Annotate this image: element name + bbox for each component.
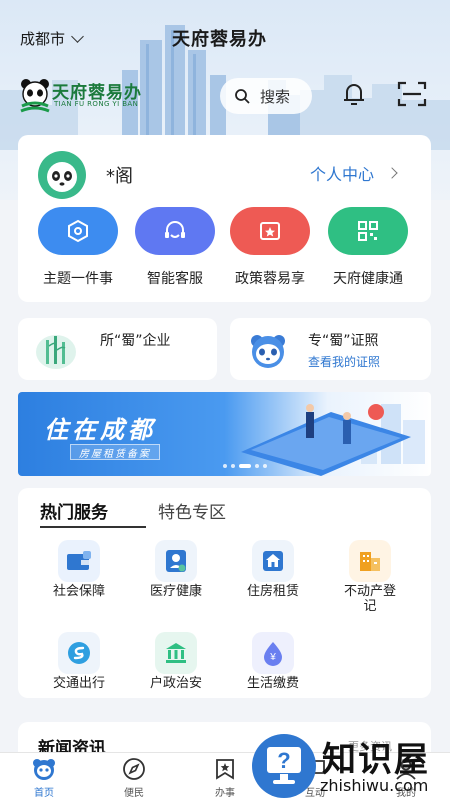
- quick-action-policy[interactable]: [230, 207, 310, 255]
- carousel-dot-active[interactable]: [239, 464, 251, 468]
- site-watermark: ? 知识屋 zhishiwu.com: [252, 730, 450, 800]
- user-name: *阁: [106, 166, 133, 187]
- tab-hot-services[interactable]: 热门服务: [40, 498, 108, 523]
- watermark-url: zhishiwu.com: [320, 776, 429, 795]
- service-label: 户政治安: [149, 676, 202, 691]
- carousel-dot[interactable]: [223, 464, 227, 468]
- search-label: 搜索: [260, 87, 291, 106]
- quick-action-service[interactable]: [135, 207, 215, 255]
- svg-text:?: ?: [277, 748, 290, 773]
- notification-button[interactable]: [340, 80, 368, 112]
- city-label: 成都市: [20, 30, 66, 48]
- compass-icon: [123, 758, 145, 780]
- banner-title: 住在成都: [44, 416, 156, 444]
- promo-banner[interactable]: 住在成都 房屋租赁备案: [18, 392, 431, 476]
- logo-row: 天府蓉易办 TIAN FU RONG YI BAN 搜索: [0, 74, 450, 118]
- carousel-dot[interactable]: [231, 464, 235, 468]
- nav-home[interactable]: 首页: [16, 757, 72, 800]
- user-card: *阁 个人中心 主题一件事 智能客服 政策蓉易享 天府健康通: [18, 135, 431, 302]
- license-subtitle: 查看我的证照: [308, 355, 381, 369]
- nav-label: 首页: [34, 788, 54, 799]
- quick-action-label: 天府健康通: [333, 271, 403, 287]
- service-label: 医疗健康: [149, 584, 202, 599]
- avatar[interactable]: [38, 151, 86, 199]
- house-icon: [252, 540, 294, 582]
- bookmark-star-icon: [216, 759, 234, 780]
- watermark-text: 知识屋: [322, 740, 430, 780]
- banner-illustration: [241, 404, 425, 476]
- policy-icon: [260, 222, 280, 240]
- payment-icon: ¥: [252, 632, 294, 674]
- quick-action-label: 政策蓉易享: [235, 271, 305, 287]
- carousel-dot[interactable]: [255, 464, 259, 468]
- enterprise-card[interactable]: 所“蜀”企业: [18, 318, 217, 380]
- enterprise-title: 所“蜀”企业: [100, 333, 171, 349]
- license-card[interactable]: 专“蜀”证照 查看我的证照: [230, 318, 431, 380]
- watermark-logo: ?: [252, 734, 316, 798]
- svg-text:¥: ¥: [269, 652, 276, 663]
- headset-icon: [165, 221, 185, 238]
- bell-icon: [344, 84, 364, 105]
- app-logo: 天府蓉易办 TIAN FU RONG YI BAN: [18, 74, 158, 114]
- panda-logo-icon: [20, 79, 50, 113]
- bamboo-icon: [36, 335, 76, 369]
- logo-subtext: TIAN FU RONG YI BAN: [54, 100, 139, 108]
- chevron-down-icon: [71, 29, 84, 43]
- scan-button[interactable]: [397, 80, 427, 112]
- banner-subtitle: 房屋租赁备案: [70, 444, 160, 460]
- government-icon: [155, 632, 197, 674]
- license-title: 专“蜀”证照: [308, 333, 379, 349]
- service-label: 住房租赁: [246, 584, 299, 599]
- building-icon: [349, 540, 391, 582]
- city-selector[interactable]: 成都市: [20, 28, 84, 49]
- nav-label: 办事: [215, 788, 235, 799]
- panda-license-icon: [251, 335, 285, 368]
- chevron-right-icon: [386, 167, 398, 179]
- panda-avatar-icon: [47, 162, 77, 192]
- service-label: 交通出行: [52, 676, 105, 691]
- personal-center-label: 个人中心: [310, 165, 375, 184]
- search-button[interactable]: 搜索: [220, 78, 312, 114]
- quick-action-label: 智能客服: [147, 271, 203, 287]
- service-label: 生活缴费: [246, 676, 299, 691]
- home-panda-icon: [33, 759, 55, 780]
- services-card: 热门服务 特色专区 社会保障 医疗健康 住房租赁 不动产登记 交通出行 户政治安…: [18, 488, 431, 698]
- tab-special-zone[interactable]: 特色专区: [158, 498, 226, 523]
- nav-label: 便民: [124, 788, 144, 799]
- monitor-question-icon: ?: [267, 747, 301, 784]
- transit-icon: [58, 632, 100, 674]
- quick-action-health[interactable]: [328, 207, 408, 255]
- personal-center-link[interactable]: 个人中心: [310, 161, 398, 185]
- qrcode-icon: [358, 221, 378, 241]
- medical-icon: [155, 540, 197, 582]
- scan-icon: [397, 81, 427, 107]
- service-label: 社会保障: [52, 584, 105, 599]
- search-icon: [235, 89, 250, 104]
- service-label: 不动产登记: [343, 584, 396, 614]
- carousel-indicator: [223, 464, 267, 468]
- nav-convenience[interactable]: 便民: [106, 757, 162, 800]
- app-title: 天府蓉易办: [172, 29, 267, 50]
- top-bar: 成都市 天府蓉易办: [0, 22, 450, 54]
- carousel-dot[interactable]: [263, 464, 267, 468]
- wallet-icon: [58, 540, 100, 582]
- quick-action-label: 主题一件事: [43, 271, 113, 287]
- quick-action-theme[interactable]: [38, 207, 118, 255]
- nav-services[interactable]: 办事: [197, 757, 253, 800]
- box-icon: [68, 219, 88, 243]
- tab-underline: [40, 526, 146, 528]
